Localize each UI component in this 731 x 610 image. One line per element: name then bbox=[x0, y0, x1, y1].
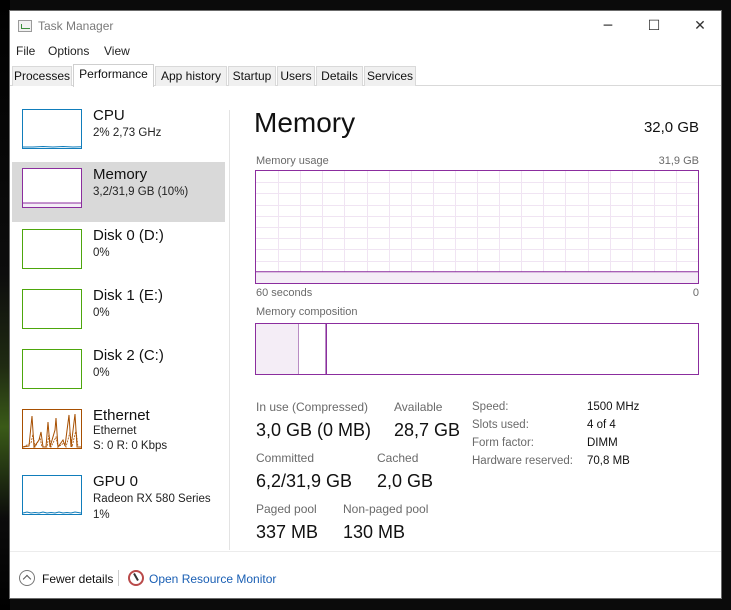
hardware-reserved-value: 70,8 MB bbox=[587, 455, 630, 467]
sidebar-item-label: Ethernet bbox=[93, 407, 150, 424]
modified-segment bbox=[300, 324, 326, 374]
memory-composition-label: Memory composition bbox=[256, 306, 358, 318]
sidebar-item-label: Disk 0 (D:) bbox=[93, 227, 164, 244]
speed-label: Speed: bbox=[472, 401, 509, 413]
sidebar-item-detail: 3,2/31,9 GB (10%) bbox=[93, 186, 189, 198]
sidebar-item-disk-0[interactable]: Disk 0 (D:) 0% bbox=[12, 223, 225, 283]
menu-view[interactable]: View bbox=[104, 44, 130, 58]
sidebar-item-detail: 1% bbox=[93, 509, 110, 521]
memory-total: 32,0 GB bbox=[643, 119, 699, 136]
in-use-label: In use (Compressed) bbox=[256, 400, 369, 414]
performance-panel: CPU 2% 2,73 GHz Memory 3,2/31,9 GB (10%)… bbox=[10, 87, 721, 550]
task-manager-icon bbox=[18, 20, 32, 32]
task-manager-window: Task Manager ─ ☐ ✕ File Options View Pro… bbox=[9, 10, 722, 599]
memory-usage-plot bbox=[256, 171, 698, 283]
form-factor-label: Form factor: bbox=[472, 437, 534, 449]
ethernet-mini-graph bbox=[22, 409, 82, 449]
memory-mini-graph bbox=[22, 168, 82, 208]
hardware-reserved-label: Hardware reserved: bbox=[472, 455, 573, 467]
slots-used-label: Slots used: bbox=[472, 419, 529, 431]
minimize-button[interactable]: ─ bbox=[585, 11, 631, 41]
cpu-mini-graph bbox=[22, 109, 82, 149]
non-paged-pool-label: Non-paged pool bbox=[343, 502, 429, 516]
tab-performance[interactable]: Performance bbox=[73, 64, 154, 87]
menu-file[interactable]: File bbox=[16, 44, 35, 58]
sidebar-item-gpu-0[interactable]: GPU 0 Radeon RX 580 Series 1% bbox=[12, 469, 225, 529]
sidebar-item-detail: Ethernet bbox=[93, 425, 137, 437]
sidebar-item-detail: S: 0 R: 0 Kbps bbox=[93, 440, 168, 452]
sidebar-divider bbox=[229, 110, 230, 550]
gpu-mini-graph bbox=[22, 475, 82, 515]
tab-users[interactable]: Users bbox=[277, 66, 315, 86]
speed-value: 1500 MHz bbox=[587, 401, 640, 413]
available-label: Available bbox=[394, 400, 443, 414]
sidebar-item-label: Disk 1 (E:) bbox=[93, 287, 164, 304]
resource-monitor-icon bbox=[128, 570, 144, 586]
committed-value: 6,2/31,9 GB bbox=[256, 471, 353, 491]
disk-0-mini-graph bbox=[22, 229, 82, 269]
sidebar-item-detail: 2% 2,73 GHz bbox=[93, 127, 162, 139]
tab-bar: Processes Performance App history Startu… bbox=[10, 64, 721, 87]
slots-used-value: 4 of 4 bbox=[587, 419, 616, 431]
menu-options[interactable]: Options bbox=[48, 44, 89, 58]
sidebar-item-label: Memory bbox=[93, 166, 148, 183]
page-title: Memory bbox=[254, 107, 356, 138]
tab-processes[interactable]: Processes bbox=[12, 66, 72, 86]
sidebar-item-memory[interactable]: Memory 3,2/31,9 GB (10%) bbox=[12, 162, 225, 222]
in-use-value: 3,0 GB (0 MB) bbox=[256, 420, 372, 440]
chevron-up-icon[interactable] bbox=[19, 570, 35, 586]
footer-bar: Fewer details Open Resource Monitor bbox=[10, 551, 721, 598]
disk-2-mini-graph bbox=[22, 349, 82, 389]
sidebar-item-label: GPU 0 bbox=[93, 473, 139, 490]
sidebar-item-label: CPU bbox=[93, 107, 125, 124]
sidebar-item-detail: Radeon RX 580 Series bbox=[93, 493, 211, 505]
committed-label: Committed bbox=[256, 451, 315, 465]
memory-composition-bar bbox=[255, 323, 699, 375]
tab-details[interactable]: Details bbox=[316, 66, 363, 86]
cached-label: Cached bbox=[377, 451, 419, 465]
close-button[interactable]: ✕ bbox=[677, 11, 721, 41]
cached-value: 2,0 GB bbox=[377, 471, 434, 491]
maximize-button[interactable]: ☐ bbox=[631, 11, 677, 41]
available-value: 28,7 GB bbox=[394, 420, 461, 440]
form-factor-value: DIMM bbox=[587, 437, 618, 449]
sidebar-item-detail: 0% bbox=[93, 307, 110, 319]
menu-bar: File Options View bbox=[10, 42, 721, 62]
title-bar: Task Manager ─ ☐ ✕ bbox=[10, 11, 721, 41]
sidebar-item-disk-2[interactable]: Disk 2 (C:) 0% bbox=[12, 343, 225, 403]
sidebar-item-disk-1[interactable]: Disk 1 (E:) 0% bbox=[12, 283, 225, 343]
disk-1-mini-graph bbox=[22, 289, 82, 329]
standby-divider bbox=[326, 324, 327, 374]
tab-app-history[interactable]: App history bbox=[155, 66, 227, 86]
open-resource-monitor-link[interactable]: Open Resource Monitor bbox=[149, 572, 276, 586]
memory-usage-max: 31,9 GB bbox=[658, 155, 699, 167]
tab-startup[interactable]: Startup bbox=[228, 66, 276, 86]
tab-services[interactable]: Services bbox=[364, 66, 416, 86]
sidebar-item-cpu[interactable]: CPU 2% 2,73 GHz bbox=[12, 103, 225, 163]
sidebar-item-ethernet[interactable]: Ethernet Ethernet S: 0 R: 0 Kbps bbox=[12, 403, 225, 463]
in-use-segment bbox=[256, 324, 299, 374]
paged-pool-label: Paged pool bbox=[256, 502, 317, 516]
footer-divider bbox=[118, 570, 119, 586]
graph-time-start: 60 seconds bbox=[256, 287, 313, 299]
sidebar-item-detail: 0% bbox=[93, 247, 110, 259]
usage-area bbox=[256, 271, 698, 283]
memory-usage-graph bbox=[255, 170, 699, 284]
sidebar-item-detail: 0% bbox=[93, 367, 110, 379]
window-title: Task Manager bbox=[38, 19, 114, 33]
paged-pool-value: 337 MB bbox=[256, 522, 319, 542]
non-paged-pool-value: 130 MB bbox=[343, 522, 406, 542]
memory-usage-label: Memory usage bbox=[256, 155, 329, 167]
sidebar-item-label: Disk 2 (C:) bbox=[93, 347, 164, 364]
graph-time-end: 0 bbox=[692, 287, 699, 299]
fewer-details-button[interactable]: Fewer details bbox=[42, 572, 113, 586]
